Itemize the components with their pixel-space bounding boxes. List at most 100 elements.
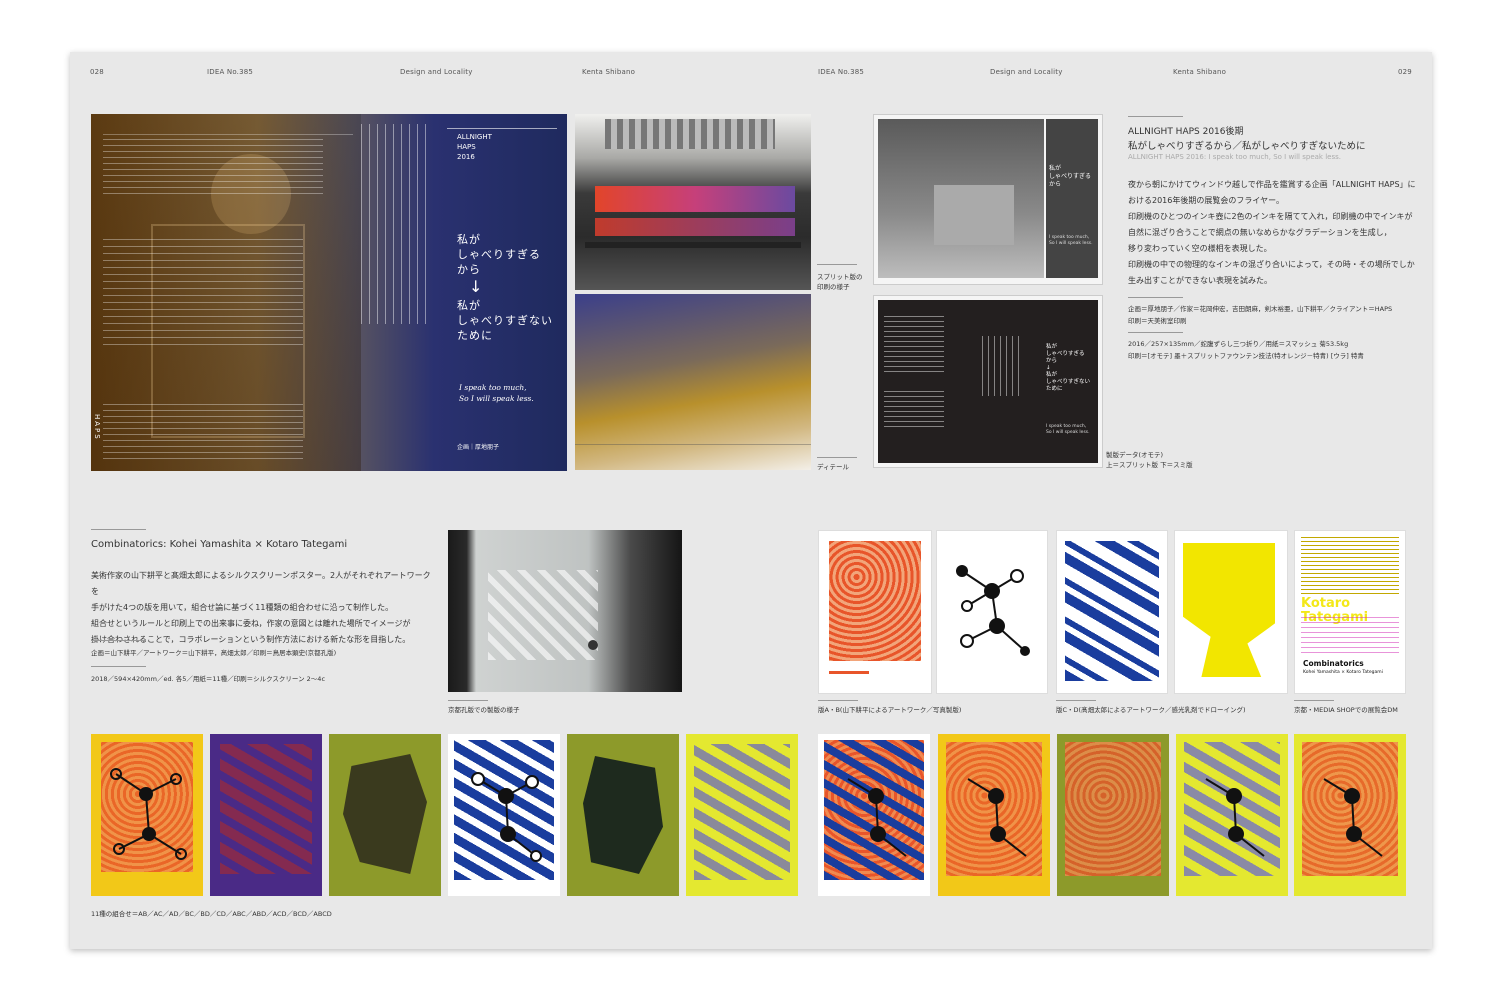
caption-dm: 京都・MEDIA SHOPでの展覧会DM xyxy=(1294,706,1398,714)
plate-d xyxy=(1174,530,1288,694)
caption-rule xyxy=(817,264,857,265)
poster-ab xyxy=(91,734,203,896)
molecule-icon xyxy=(110,768,187,860)
section-rule xyxy=(1128,116,1183,117)
flyer-text-block xyxy=(103,239,303,349)
flyer-vertical-text xyxy=(361,124,431,324)
section-rule xyxy=(91,666,146,667)
body-line: 印刷機のひとつのインキ壺に2色のインキを隔てて入れ，印刷機の中でインキが xyxy=(1128,212,1413,221)
caption-studio: 京都孔版での製版の様子 xyxy=(448,706,520,714)
combi-credits: 企画＝山下耕平／アートワーク＝山下耕平，髙畑太郎／印刷＝鳥居本顕史(京都孔版) xyxy=(91,649,337,657)
combi-body: 美術作家の山下耕平と髙畑太郎によるシルクスクリーンポスター。2人がそれぞれアート… xyxy=(91,568,431,648)
caption-plates-ab: 版A・B(山下耕平によるアートワーク／写真製版) xyxy=(818,706,962,714)
dm-title: Combinatorics xyxy=(1303,659,1364,668)
haps-title-ja: 私がしゃべりすぎるから／私がしゃべりすぎないために xyxy=(1128,141,1366,152)
caption-combinations: 11種の組合せ＝AB／AC／AD／BC／BD／CD／ABC／ABD／ACD／BC… xyxy=(91,910,332,918)
poster-cd xyxy=(686,734,798,896)
body-line: 移り変わっていく空の様相を表現した。 xyxy=(1128,244,1272,253)
plate-text-block xyxy=(884,316,944,376)
poster-bc xyxy=(448,734,560,896)
issue-right: IDEA No.385 xyxy=(818,68,865,76)
molecule-icon xyxy=(967,778,1027,857)
caption-press: スプリット版の 印刷の様子 xyxy=(817,273,863,291)
plate-d-shape xyxy=(1183,543,1275,677)
caption-rule xyxy=(818,700,858,701)
haps-title-sub: ALLNIGHT HAPS 2016: I speak too much, So… xyxy=(1128,153,1341,161)
haps-spec-1: 2016／257×135mm／蛇腹ずらし三つ折り／用紙＝スマッシュ 菊53.5k… xyxy=(1128,340,1349,348)
molecule-icon xyxy=(847,778,907,857)
body-line: 手がけた4つの版を用いて，組合せ論に基づく11種類の組合わせに沿って制作した。 xyxy=(91,603,394,612)
body-line: 夜から朝にかけてウィンドウ越しで作品を鑑賞する企画「ALLNIGHT HAPS」… xyxy=(1128,180,1416,189)
section-rule xyxy=(91,640,146,641)
molecule-icon xyxy=(1205,778,1265,857)
section-rule xyxy=(1128,332,1183,333)
plate-chair xyxy=(934,185,1014,245)
plate-b xyxy=(936,530,1048,694)
body-line: 印刷機の中での物理的なインキの混ざり合いによって，その時・その場所でしか xyxy=(1128,260,1415,269)
press-top xyxy=(605,119,775,149)
press-bar xyxy=(585,242,801,248)
molecule-icon xyxy=(1323,778,1383,857)
flyer-arrow: ↓ xyxy=(469,277,483,296)
detail-crop-line xyxy=(575,444,811,445)
poster-bd xyxy=(567,734,679,896)
plate-data-split: 私が しゃべりすぎる から I speak too much, So I wil… xyxy=(873,114,1103,285)
plate-panel xyxy=(1046,119,1098,278)
dm-names: Kohei Yamashita × Kotaro Tategami xyxy=(1303,670,1383,675)
caption-rule xyxy=(1056,700,1096,701)
page-number-left: 028 xyxy=(90,68,104,76)
poster-shape xyxy=(343,754,427,874)
caption-detail: ディテール xyxy=(817,463,850,471)
poster-ad xyxy=(329,734,441,896)
poster-bcd xyxy=(1176,734,1288,896)
poster-texture xyxy=(694,744,790,880)
studio-photo xyxy=(448,530,682,692)
ink-roller xyxy=(595,218,795,236)
body-line: おける2016年後期の展覧会のフライヤー。 xyxy=(1128,196,1285,205)
author-left: Kenta Shibano xyxy=(582,68,636,76)
haps-logo: HAPS xyxy=(93,414,101,441)
plate-a-texture xyxy=(829,541,921,661)
screen-mesh xyxy=(488,570,598,660)
ink-roller xyxy=(595,186,795,212)
flyer-english: I speak too much, So I will speak less. xyxy=(459,383,534,403)
haps-credits-1: 企画＝厚地朋子／作家＝花岡伸宏，吉田朗麻，剣木裕亜，山下耕平／クライアント＝HA… xyxy=(1128,305,1393,313)
press-photo xyxy=(575,114,811,290)
molecule-icon xyxy=(956,565,1030,656)
poster-texture xyxy=(220,744,312,874)
section-rule xyxy=(91,529,146,530)
section-rule xyxy=(1128,297,1183,298)
detail-photo xyxy=(575,294,811,470)
haps-credits-2: 印刷＝天美術室印刷 xyxy=(1128,317,1187,325)
body-line: 美術作家の山下耕平と髙畑太郎によるシルクスクリーンポスター。2人がそれぞれアート… xyxy=(91,571,431,596)
flyer-title-2: 私が しゃべりすぎない ために xyxy=(457,299,553,342)
knob xyxy=(588,640,598,650)
poster-abd xyxy=(938,734,1050,896)
plate-text-block xyxy=(884,391,944,431)
flyer-text-rule xyxy=(103,126,353,135)
plate-english-2: I speak too much, So I will speak less. xyxy=(1046,424,1090,435)
combi-spec: 2018／594×420mm／ed. 各5／用紙＝11種／印刷＝シルクスクリーン… xyxy=(91,675,326,683)
molecule-icon xyxy=(471,772,542,862)
author-right: Kenta Shibano xyxy=(1173,68,1227,76)
flyer-text-block xyxy=(103,139,323,199)
plate-a xyxy=(818,530,932,694)
dm-text-block xyxy=(1301,537,1399,597)
poster-texture xyxy=(1065,742,1161,876)
plate-title: 私が しゃべりすぎる から xyxy=(1049,165,1092,188)
caption-plate-data: 製版データ(オモテ) 上＝スプリット版 下＝スミ版 xyxy=(1106,451,1193,469)
section-right: Design and Locality xyxy=(990,68,1063,76)
plate-english: I speak too much, So I will speak less. xyxy=(1049,235,1093,246)
haps-spec-2: 印刷＝[オモテ] 墨＋スプリットファウンテン技法(特オレンジ－特青) [ウラ] … xyxy=(1128,352,1364,360)
haps-flyer-image: HAPS ALLNIGHT HAPS 2016 私が しゃべりすぎる から ↓ … xyxy=(91,114,567,471)
dm-pink-text xyxy=(1301,613,1399,653)
body-line: 生み出すことができない表現を試みた。 xyxy=(1128,276,1272,285)
flyer-text-block xyxy=(103,404,303,459)
caption-rule xyxy=(1294,700,1334,701)
body-line: 自然に混ざり合うことで網点の無いなめらかなグラデーションを生成し， xyxy=(1128,228,1392,237)
caption-rule xyxy=(448,700,488,701)
combi-title: Combinatorics: Kohei Yamashita × Kotaro … xyxy=(91,539,348,550)
flyer-panel-rule xyxy=(447,128,557,129)
haps-body: 夜から朝にかけてウィンドウ越しで作品を鑑賞する企画「ALLNIGHT HAPS」… xyxy=(1128,177,1428,289)
plate-data-black: 私が しゃべりすぎる から ↓ 私が しゃべりすぎない ために I speak … xyxy=(873,295,1103,468)
